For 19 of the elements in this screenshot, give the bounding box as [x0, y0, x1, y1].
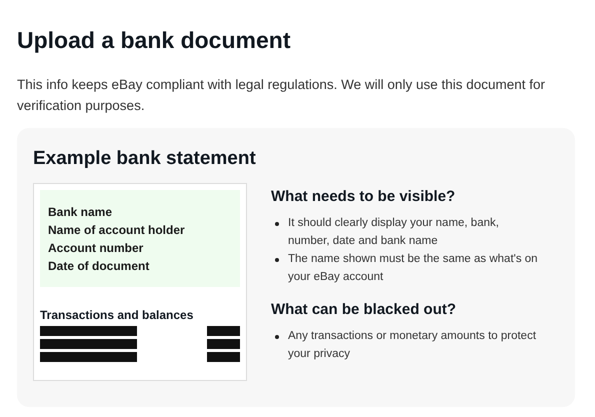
bullet-text: The name shown must be the same as what's on your eBay account [288, 252, 538, 285]
bullet-icon [275, 258, 279, 262]
page-title: Upload a bank document [17, 26, 292, 55]
bullet-icon [275, 222, 279, 226]
card-heading: Example bank statement [33, 147, 257, 171]
redaction-bar [207, 352, 240, 362]
transactions-heading: Transactions and balances [40, 307, 194, 323]
bullet-text: Any transactions or monetary amounts to protect your privacy [288, 329, 538, 362]
field-label: Account number [48, 240, 144, 257]
section-heading: What can be blacked out? [271, 300, 458, 320]
field-label: Date of document [48, 258, 150, 275]
redaction-bar [207, 339, 240, 349]
intro-text: This info keeps eBay compliant with legal regulations. We will only use this document for verification purposes. [17, 76, 546, 115]
redaction-bar [207, 326, 240, 336]
field-label: Bank name [48, 204, 114, 221]
section-heading: What needs to be visible? [271, 187, 456, 207]
field-label: Name of account holder [48, 222, 186, 239]
bullet-text: It should clearly display your name, bank, number, date and bank name [288, 216, 500, 249]
bullet-icon [275, 335, 279, 339]
